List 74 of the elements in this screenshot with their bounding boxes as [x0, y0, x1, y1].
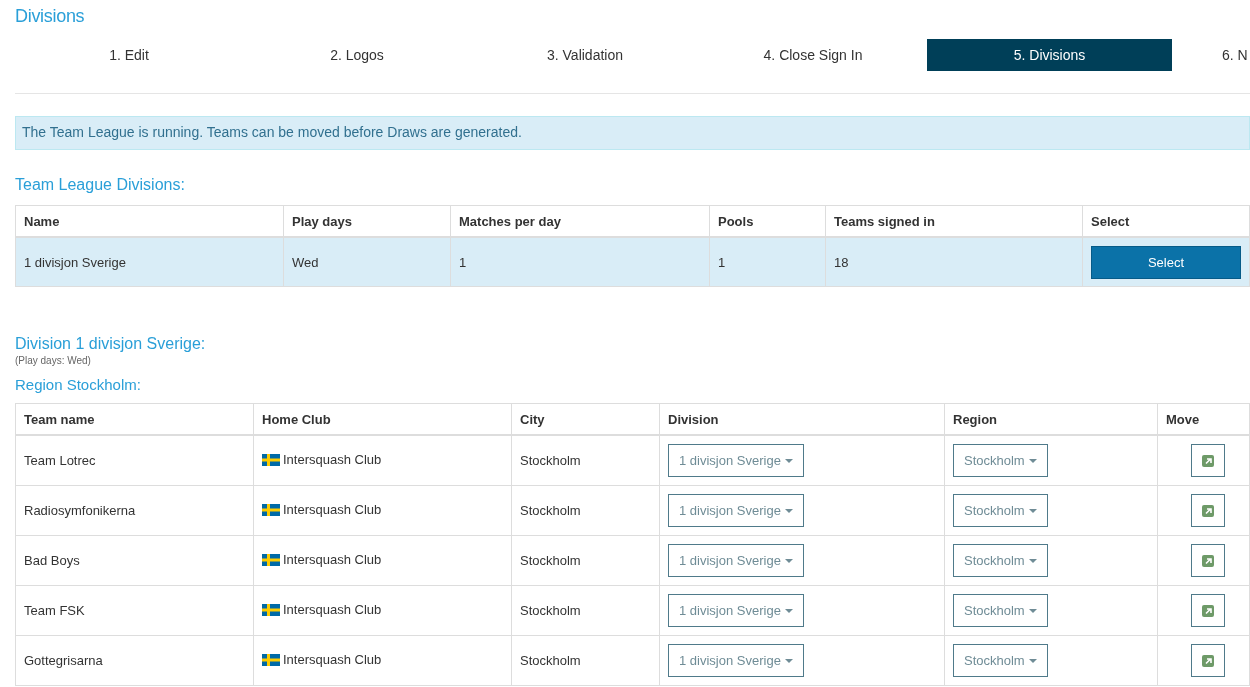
- external-link-icon: [1202, 604, 1214, 617]
- table-cell: Stockholm: [511, 485, 660, 536]
- column-header: Move: [1157, 403, 1250, 435]
- table-cell: Stockholm: [511, 585, 660, 636]
- caret-icon: [784, 558, 793, 563]
- column-header: Division: [659, 403, 945, 435]
- division-dropdown[interactable]: 1 divisjon Sverige: [668, 644, 804, 677]
- caret-icon: [784, 608, 793, 613]
- division-heading: Division 1 divisjon Sverige:: [15, 335, 207, 353]
- caret-icon: [784, 458, 793, 463]
- caret-icon: [1028, 608, 1037, 613]
- caret-icon: [1028, 658, 1037, 663]
- table-cell: 1: [709, 237, 826, 287]
- region-heading: Region Stockholm:: [15, 376, 142, 393]
- step-tab[interactable]: 3. Validation: [471, 39, 699, 71]
- region-dropdown[interactable]: Stockholm: [953, 644, 1048, 677]
- external-link-icon: [1202, 504, 1214, 517]
- select-button[interactable]: Select: [1091, 245, 1241, 279]
- step-tab[interactable]: 5. Divisions: [927, 39, 1172, 71]
- move-button[interactable]: [1191, 544, 1225, 577]
- club-name: Intersquash Club: [283, 502, 382, 518]
- table-cell: 1: [450, 237, 710, 287]
- column-header: Region: [944, 403, 1158, 435]
- region-dropdown[interactable]: Stockholm: [953, 544, 1048, 577]
- play-days-note: (Play days: Wed): [15, 355, 92, 366]
- caret-icon: [1028, 558, 1037, 563]
- flag-icon: [262, 503, 280, 516]
- table-cell: Gottegrisarna: [15, 635, 254, 686]
- region-dropdown[interactable]: Stockholm: [953, 444, 1048, 477]
- section-heading: Team League Divisions:: [15, 176, 186, 194]
- table-cell: Stockholm: [511, 635, 660, 686]
- club-name: Intersquash Club: [283, 452, 382, 468]
- table-cell: Team FSK: [15, 585, 254, 636]
- flag-icon: [262, 603, 280, 616]
- flag-icon: [262, 653, 280, 666]
- division-dropdown[interactable]: 1 divisjon Sverige: [668, 444, 804, 477]
- table-cell: Team Lotrec: [15, 435, 254, 486]
- region-dropdown[interactable]: Stockholm: [953, 494, 1048, 527]
- region-dropdown[interactable]: Stockholm: [953, 594, 1048, 627]
- move-button[interactable]: [1191, 644, 1225, 677]
- column-header: Home Club: [253, 403, 512, 435]
- caret-icon: [1028, 508, 1037, 513]
- caret-icon: [1028, 458, 1037, 463]
- external-link-icon: [1202, 654, 1214, 667]
- move-button[interactable]: [1191, 494, 1225, 527]
- club-name: Intersquash Club: [283, 652, 382, 668]
- external-link-icon: [1202, 454, 1214, 467]
- info-alert: The Team League is running. Teams can be moved before Draws are generated.: [15, 116, 1250, 150]
- table-cell: Bad Boys: [15, 535, 254, 586]
- external-link-icon: [1202, 554, 1214, 567]
- column-header: City: [511, 403, 660, 435]
- move-button[interactable]: [1191, 594, 1225, 627]
- division-dropdown[interactable]: 1 divisjon Sverige: [668, 594, 804, 627]
- table-cell: Wed: [283, 237, 451, 287]
- club-name: Intersquash Club: [283, 602, 382, 618]
- table-cell: Stockholm: [511, 435, 660, 486]
- division-dropdown[interactable]: 1 divisjon Sverige: [668, 544, 804, 577]
- flag-icon: [262, 453, 280, 466]
- step-tab[interactable]: 6. N: [1172, 39, 1248, 71]
- table-cell: 1 divisjon Sverige: [15, 237, 284, 287]
- step-tab[interactable]: 2. Logos: [243, 39, 471, 71]
- move-button[interactable]: [1191, 444, 1225, 477]
- table-cell: 18: [825, 237, 1083, 287]
- page-title: Divisions: [15, 5, 86, 28]
- column-header: Team name: [15, 403, 254, 435]
- division-dropdown[interactable]: 1 divisjon Sverige: [668, 494, 804, 527]
- caret-icon: [784, 508, 793, 513]
- club-name: Intersquash Club: [283, 552, 382, 568]
- table-cell: Radiosymfonikerna: [15, 485, 254, 536]
- table-cell: Stockholm: [511, 535, 660, 586]
- caret-icon: [784, 658, 793, 663]
- step-tab[interactable]: 1. Edit: [15, 39, 243, 71]
- step-tab[interactable]: 4. Close Sign In: [699, 39, 927, 71]
- flag-icon: [262, 553, 280, 566]
